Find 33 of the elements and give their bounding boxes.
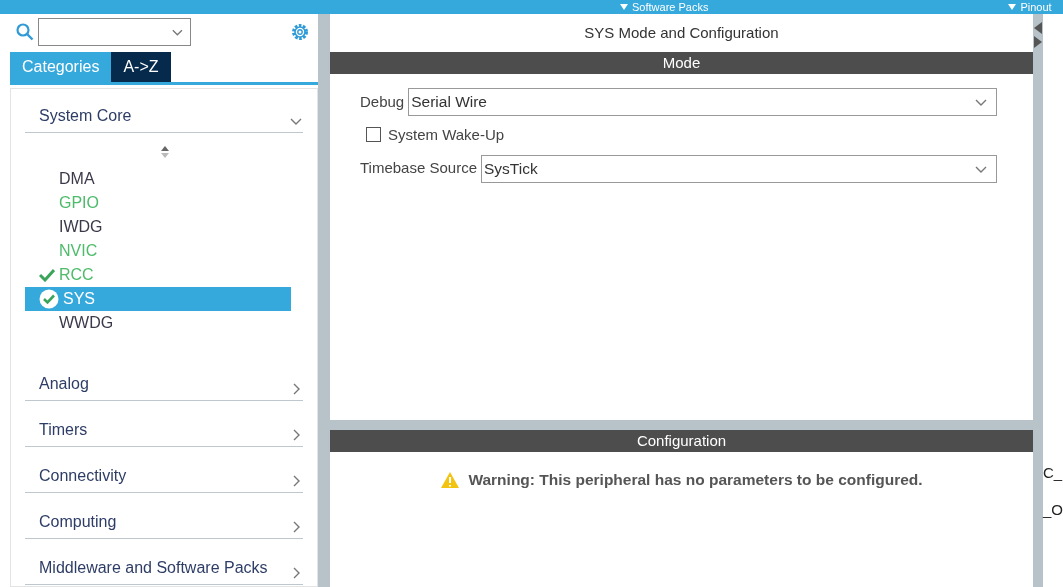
checkbox-label: System Wake-Up xyxy=(388,125,505,145)
section-header: Configuration xyxy=(330,430,1033,452)
category-header[interactable]: Connectivity xyxy=(25,447,303,493)
field-label: Debug xyxy=(360,91,405,112)
field-label: Timebase Source xyxy=(360,158,477,179)
category-header[interactable]: Middleware and Software Packs xyxy=(25,539,303,585)
panel-title: SYS Mode and Configuration xyxy=(584,22,779,43)
collapse-left-icon[interactable] xyxy=(1034,22,1042,34)
search-icon xyxy=(16,23,34,41)
category-header[interactable]: Analog xyxy=(25,355,303,401)
warning-icon xyxy=(440,470,461,489)
caret-icon xyxy=(1008,4,1017,10)
sort-icon[interactable] xyxy=(160,144,170,159)
check-icon xyxy=(39,268,55,282)
checkbox[interactable] xyxy=(366,127,382,144)
select-field[interactable]: SysTick xyxy=(481,154,997,183)
settings-icon[interactable] xyxy=(290,22,310,42)
category-header[interactable]: Computing xyxy=(25,493,303,539)
caret-icon xyxy=(620,4,628,10)
clipped-label: C_ xyxy=(1043,463,1063,483)
category-header[interactable]: Timers xyxy=(25,401,303,447)
expand-right-icon[interactable] xyxy=(1034,36,1042,48)
search-field[interactable] xyxy=(38,18,191,46)
select-field[interactable]: Serial Wire xyxy=(408,88,997,116)
peripheral-item[interactable]: DMA xyxy=(25,167,291,191)
peripheral-item[interactable]: WWDG xyxy=(25,311,291,335)
clipped-label: _O xyxy=(1043,499,1063,520)
tab[interactable]: A->Z xyxy=(111,52,171,82)
warning-message: Warning: This peripheral has no parameters to be configured. xyxy=(468,470,923,490)
section-header: Mode xyxy=(330,52,1033,74)
check-circle-icon xyxy=(39,289,59,309)
peripheral-item[interactable]: IWDG xyxy=(25,215,291,239)
category-header[interactable]: System Core xyxy=(25,89,303,133)
